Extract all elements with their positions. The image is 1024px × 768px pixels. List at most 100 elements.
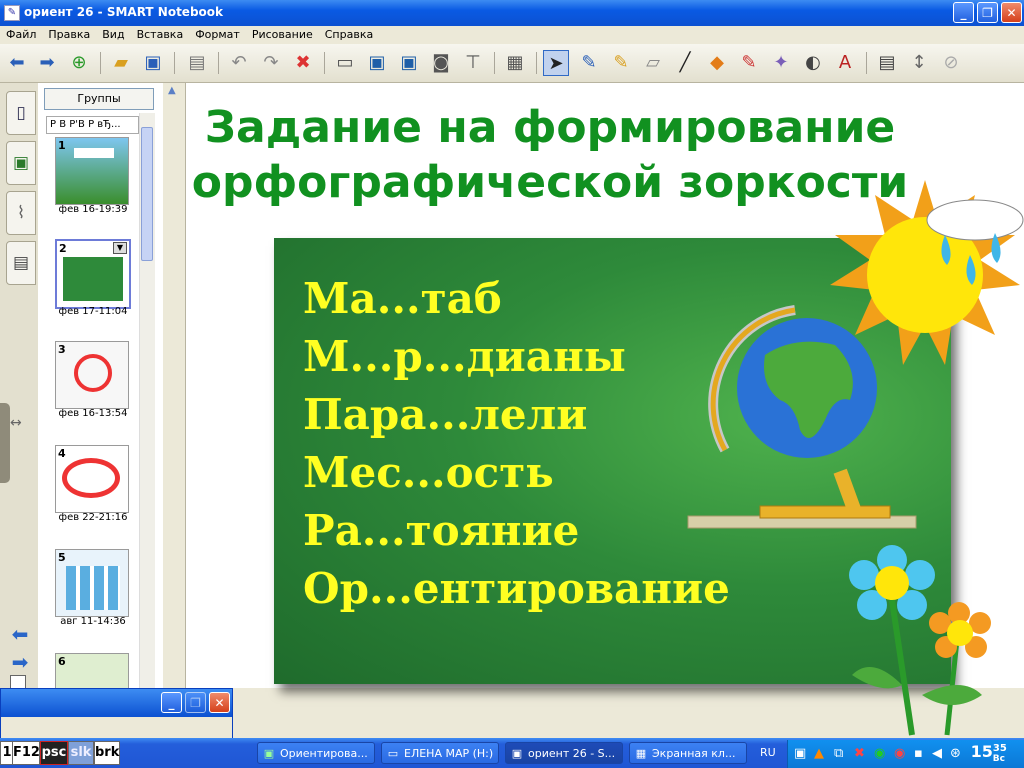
creative-pen-icon[interactable]: ✎ [608,50,634,76]
language-indicator[interactable]: RU [760,746,776,759]
display-icon[interactable]: ▪ [914,746,923,761]
collapse-icon[interactable]: ▲ [168,85,176,96]
menu-format[interactable]: Формат [189,26,246,41]
back-arrow-icon[interactable]: ⬅ [4,50,30,76]
pen-icon[interactable]: ✎ [576,50,602,76]
undo-icon[interactable]: ↶ [226,50,252,76]
sun-image[interactable] [825,175,1024,375]
close-button[interactable]: ✕ [1001,2,1022,23]
menu-bar: Файл Правка Вид Вставка Формат Рисование Справ… [0,26,1024,44]
page-thumbnail-3[interactable]: 3 [55,341,129,409]
window-title: ориент 26 - SMART Notebook [24,5,223,19]
maximize-button[interactable]: ❐ [977,2,998,23]
page-number: 1 [58,139,66,152]
task-label: ориент 26 - S... [528,747,616,760]
network-icon[interactable]: ▣ [794,746,806,761]
scrollbar-thumb[interactable] [141,127,153,261]
floating-minimize-button[interactable]: _ [161,692,182,713]
save-icon[interactable]: ▣ [140,50,166,76]
page-date: авг 11-14:36 [60,616,126,627]
page-icon[interactable] [10,675,26,689]
menu-file[interactable]: Файл [0,26,42,41]
word-6[interactable]: Ор...ентирование [303,560,730,618]
task-label: ЕЛЕНА МАР (H:) [404,747,494,760]
word-4[interactable]: Мес...ость [303,444,730,502]
forward-arrow-icon[interactable]: ➡ [34,50,60,76]
page-number: 4 [58,447,66,460]
menu-insert[interactable]: Вставка [131,26,190,41]
minimize-button[interactable]: _ [953,2,974,23]
page-date: фев 16-13:54 [58,408,128,419]
magic-pen-icon[interactable]: ✦ [768,50,794,76]
tray-app-icon[interactable]: ▲ [814,746,824,761]
next-page-icon[interactable]: ➡ [8,652,32,672]
page-thumbnail-6[interactable]: 6 [55,653,129,690]
screen-shade-icon[interactable]: ▭ [332,50,358,76]
page-sorter-tab-icon[interactable]: ▯ [6,91,36,135]
properties-icon[interactable]: ▤ [874,50,900,76]
word-3[interactable]: Пара...лели [303,386,730,444]
capture-icon[interactable]: ◙ [428,50,454,76]
document-camera-icon[interactable]: ⊤ [460,50,486,76]
page-thumbnail-1[interactable]: 1 [55,137,129,205]
properties-tab-icon[interactable]: ▤ [6,241,36,285]
redo-icon[interactable]: ↷ [258,50,284,76]
group-dropdown[interactable]: Р В Р'В Р вЂ... [46,116,139,134]
select-tool-icon[interactable]: ➤ [543,50,569,76]
tray-windows-icon[interactable]: ⧉ [834,746,843,761]
page-thumbnail-2[interactable]: 2 ▼ [55,239,131,309]
dual-display-icon[interactable]: ▣ [396,50,422,76]
word-list: Ма...таб М...р...дианы Пара...лели Мес..… [303,270,730,618]
shapes-icon[interactable]: ◆ [704,50,730,76]
hotkey-slk[interactable]: slk [68,741,94,765]
page-thumbnail-4[interactable]: 4 [55,445,129,513]
paste-icon[interactable]: ▤ [184,50,210,76]
thumbnail-menu-icon[interactable]: ▼ [113,242,127,254]
customize-icon[interactable]: ⊘ [938,50,964,76]
groups-button[interactable]: Группы [44,88,154,110]
menu-draw[interactable]: Рисование [246,26,319,41]
line-icon[interactable]: ╱ [672,50,698,76]
clock-hours: 15 [970,742,993,761]
prev-page-icon[interactable]: ⬅ [8,624,32,644]
volume-icon[interactable]: ◀ [932,746,942,761]
word-2[interactable]: М...р...дианы [303,328,730,386]
shape-recognition-icon[interactable]: ✎ [736,50,762,76]
word-5[interactable]: Ра...тояние [303,502,730,560]
green-app-icon[interactable]: ◉ [874,746,885,761]
floating-maximize-button[interactable]: ❐ [185,692,206,713]
task-button-orientirovanie[interactable]: ▣ Ориентирова... [257,742,375,764]
fill-icon[interactable]: ◐ [800,50,826,76]
sorter-scrollbar[interactable] [139,113,155,688]
panel-resize-handle[interactable] [0,403,10,483]
gallery-tab-icon[interactable]: ▣ [6,141,36,185]
floating-window-titlebar[interactable]: _ ❐ ✕ [1,689,232,717]
full-screen-icon[interactable]: ▣ [364,50,390,76]
text-icon[interactable]: A [832,50,858,76]
settings-icon[interactable]: ⊛ [950,746,961,761]
table-icon[interactable]: ▦ [502,50,528,76]
attachments-tab-icon[interactable]: ⌇ [6,191,36,235]
hotkey-f12[interactable]: F12 [12,741,40,765]
open-folder-icon[interactable]: ▰ [108,50,134,76]
word-1[interactable]: Ма...таб [303,270,730,328]
task-button-notebook[interactable]: ▣ ориент 26 - S... [505,742,623,764]
flowers-image[interactable] [842,545,1024,738]
menu-view[interactable]: Вид [96,26,130,41]
delete-icon[interactable]: ✖ [290,50,316,76]
add-page-icon[interactable]: ⊕ [66,50,92,76]
clock[interactable]: 1535Вс [970,742,1019,764]
menu-help[interactable]: Справка [319,26,379,41]
task-button-keyboard[interactable]: ▦ Экранная кл... [629,742,747,764]
menu-edit[interactable]: Правка [42,26,96,41]
floating-close-button[interactable]: ✕ [209,692,230,713]
task-button-drive[interactable]: ▭ ЕЛЕНА МАР (H:) [381,742,499,764]
hotkey-psc[interactable]: psc [40,741,68,765]
move-toolbar-icon[interactable]: ↕ [906,50,932,76]
system-tray: ▣ ▲ ⧉ ✖ ◉ ◉ ▪ ◀ ⊛ 1535Вс [787,740,1024,768]
security-icon[interactable]: ✖ [854,746,865,761]
eraser-icon[interactable]: ▱ [640,50,666,76]
hotkey-brk[interactable]: brk [94,741,120,765]
red-app-icon[interactable]: ◉ [894,746,905,761]
page-thumbnail-5[interactable]: 5 [55,549,129,617]
